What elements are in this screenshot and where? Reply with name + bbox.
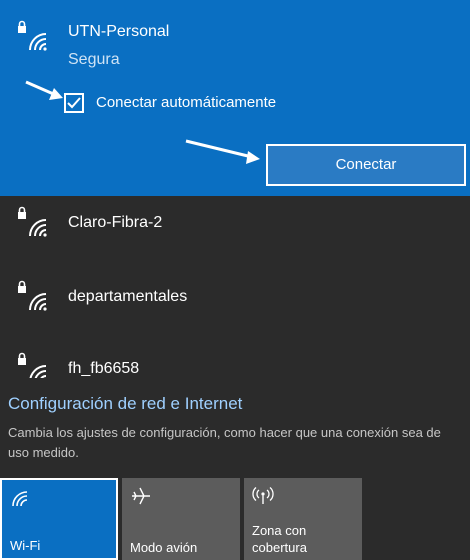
secured-wifi-icon: [18, 20, 47, 51]
network-settings-link[interactable]: Configuración de red e Internet: [8, 394, 242, 414]
secured-wifi-icon: [18, 206, 47, 237]
airplane-icon: [132, 487, 150, 505]
wifi-icon: [12, 491, 28, 507]
hotspot-icon: [252, 487, 274, 504]
auto-connect-label[interactable]: Conectar automáticamente: [96, 94, 276, 111]
auto-connect-checkbox[interactable]: [64, 93, 84, 113]
mobile-hotspot-tile[interactable]: Zona con cobertura: [244, 478, 362, 560]
network-security-status: Segura: [68, 51, 120, 68]
wifi-tile-label: Wi-Fi: [10, 538, 41, 553]
network-list-item[interactable]: departamentales: [0, 270, 470, 328]
network-flyout: UTN-Personal Segura Conectar automáticam…: [0, 0, 470, 560]
network-list-item[interactable]: Claro-Fibra-2: [0, 196, 470, 254]
network-name: fh_fb6658: [68, 360, 140, 377]
connect-button[interactable]: Conectar: [264, 142, 468, 188]
quick-actions: Wi-Fi Modo avión Zona con cobertura: [0, 478, 470, 560]
airplane-mode-tile[interactable]: Modo avión: [122, 478, 240, 560]
network-settings-description: Cambia los ajustes de configuración, com…: [8, 425, 441, 460]
secured-wifi-icon: [18, 280, 47, 311]
airplane-mode-tile-label: Modo avión: [130, 540, 198, 555]
checkmark-icon: [67, 97, 81, 109]
network-settings-section: Configuración de red e Internet Cambia l…: [0, 378, 470, 478]
network-name: UTN-Personal: [68, 23, 170, 40]
selected-network-panel[interactable]: UTN-Personal Segura Conectar automáticam…: [0, 0, 470, 196]
network-name: Claro-Fibra-2: [68, 214, 163, 231]
network-name: departamentales: [68, 288, 188, 305]
hotspot-tile-label: Zona con cobertura: [252, 523, 307, 555]
wifi-toggle-tile[interactable]: Wi-Fi: [0, 478, 118, 560]
